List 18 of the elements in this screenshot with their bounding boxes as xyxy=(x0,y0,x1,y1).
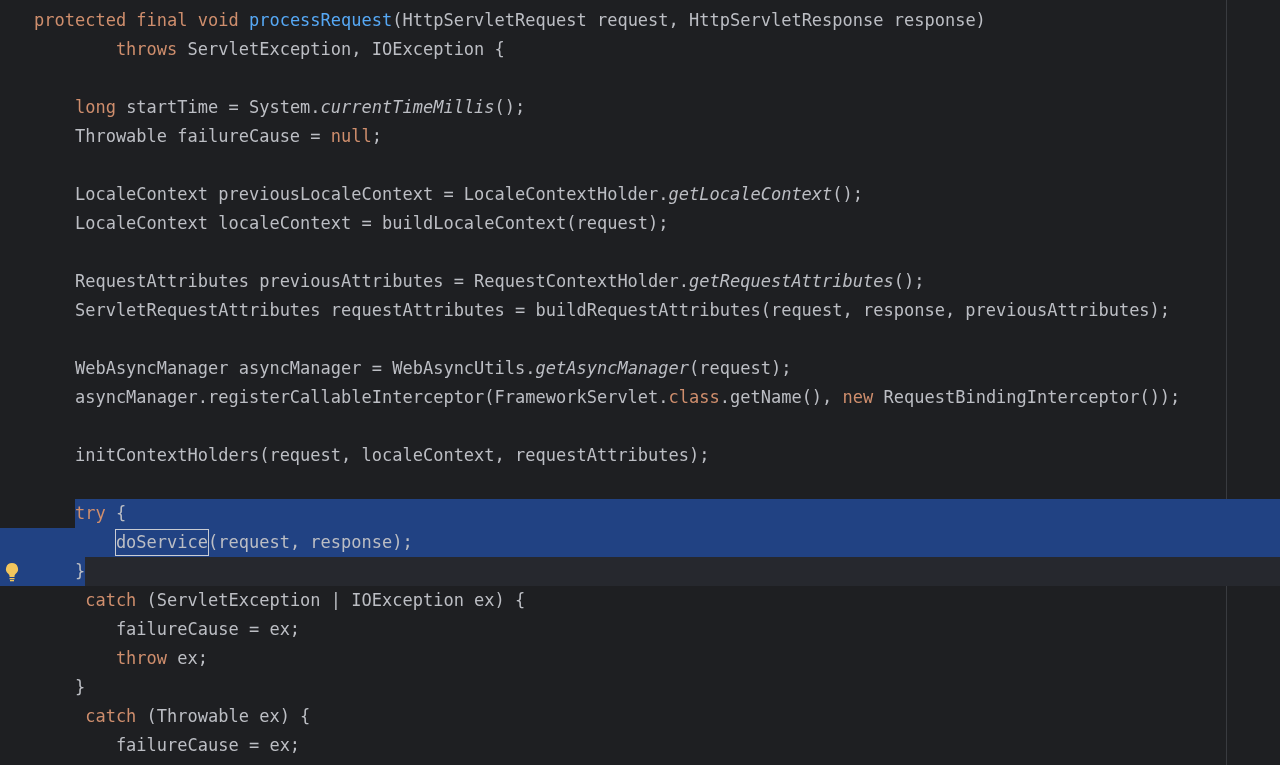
code-line: throws ServletException, IOException { xyxy=(115,38,505,61)
code-line: WebAsyncManager asyncManager = WebAsyncUtils.getAsyncManager(request); xyxy=(74,357,792,380)
code-line: throw ex; xyxy=(115,647,208,670)
code-line: ServletRequestAttributes requestAttributes = buildRequestAttributes(request, response, previousAttributes); xyxy=(74,299,1171,322)
code-line: catch (Throwable ex) { xyxy=(85,705,311,728)
code-line: LocaleContext previousLocaleContext = LocaleContextHolder.getLocaleContext(); xyxy=(74,183,864,206)
lightbulb-icon[interactable] xyxy=(4,561,20,582)
code-line: } xyxy=(74,676,86,699)
code-line: LocaleContext localeContext = buildLocaleContext(request); xyxy=(74,212,669,235)
code-line: long startTime = System.currentTimeMillis(); xyxy=(74,96,526,119)
code-line: initContextHolders(request, localeContext, requestAttributes); xyxy=(74,444,710,467)
code-line: catch (ServletException | IOException ex) { xyxy=(85,589,526,612)
code-line: Throwable failureCause = null; xyxy=(74,125,382,148)
code-line: failureCause = ex; xyxy=(115,734,301,757)
code-line: protected final void processRequest(HttpServletRequest request, HttpServletResponse response) xyxy=(34,9,986,32)
code-line: asyncManager.registerCallableInterceptor(FrameworkServlet.class.getName(), new RequestBindingInterceptor()); xyxy=(74,386,1181,409)
code-line: RequestAttributes previousAttributes = RequestContextHolder.getRequestAttributes(); xyxy=(74,270,925,293)
code-line: failureCause = ex; xyxy=(115,618,301,641)
